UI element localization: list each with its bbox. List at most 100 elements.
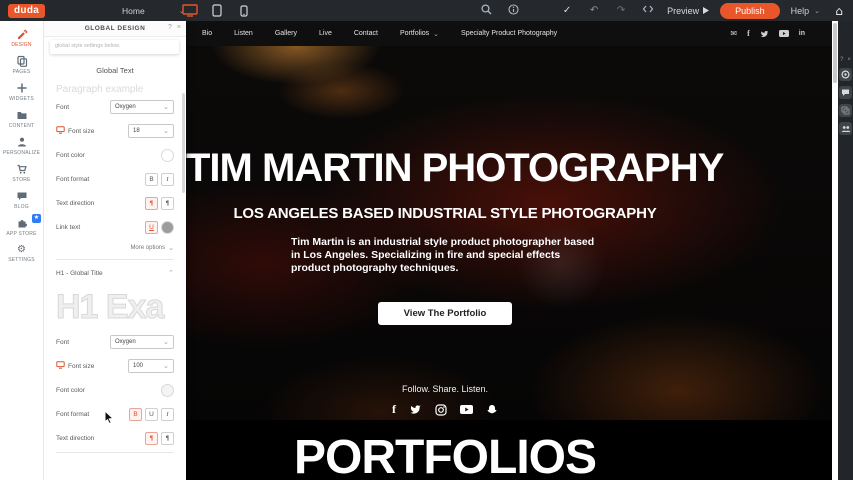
h1-bold-button[interactable]: B xyxy=(129,408,142,421)
cart-icon xyxy=(16,163,28,175)
h1-underline-button[interactable]: U xyxy=(145,408,158,421)
font-size-select[interactable]: 18 ⌄ xyxy=(128,124,174,138)
snapchat-icon[interactable] xyxy=(486,402,498,417)
sidebar-item-content[interactable]: CONTENT xyxy=(0,105,43,132)
h1-font-color-swatch[interactable] xyxy=(161,384,174,397)
link-color-swatch[interactable] xyxy=(161,221,174,234)
dashboard-home-icon[interactable]: ⌂ xyxy=(831,4,847,18)
nav-item-bio[interactable]: Bio xyxy=(191,30,223,37)
chevron-down-icon: ⌄ xyxy=(168,244,174,252)
h1-font-color-row: Font color xyxy=(56,378,174,402)
twitter-icon[interactable] xyxy=(409,402,422,417)
search-icon[interactable] xyxy=(478,4,494,18)
font-size-row: Font size 18 ⌄ xyxy=(56,119,174,143)
comment-icon[interactable] xyxy=(839,86,852,99)
person-icon xyxy=(16,136,28,148)
email-icon[interactable]: ✉ xyxy=(730,29,737,38)
panel-close-icon[interactable]: × xyxy=(177,24,181,31)
camera-icon[interactable] xyxy=(839,68,852,81)
sidebar-item-pages[interactable]: PAGES xyxy=(0,51,43,78)
h1-font-size-select[interactable]: 100 ⌄ xyxy=(128,359,174,373)
preview-button[interactable]: Preview xyxy=(667,6,709,16)
right-toolbar-help-icon[interactable]: ? xyxy=(840,57,843,63)
chevron-down-icon: ⌄ xyxy=(163,103,169,111)
bold-button[interactable]: B xyxy=(145,173,158,186)
page-selector-dropdown[interactable]: Home ⌄ xyxy=(122,6,185,16)
dev-mode-icon[interactable] xyxy=(640,4,656,17)
facebook-icon[interactable]: f xyxy=(747,29,750,38)
facebook-icon[interactable]: f xyxy=(392,402,396,417)
h1-font-size-row: Font size 100 ⌄ xyxy=(56,354,174,378)
h1-example-text: H1 Exa xyxy=(56,284,174,330)
publish-button[interactable]: Publish xyxy=(720,3,780,19)
paragraph-example-text: Paragraph example xyxy=(56,84,174,95)
view-portfolio-button[interactable]: View The Portfolio xyxy=(378,302,513,325)
brush-icon xyxy=(16,28,28,40)
info-icon[interactable] xyxy=(505,4,521,18)
duda-logo[interactable]: duda xyxy=(8,4,45,18)
h1-text-direction-row: Text direction ¶ ¶ xyxy=(56,426,174,450)
chevron-down-icon: ⌄ xyxy=(163,127,169,135)
underline-button[interactable]: U xyxy=(145,221,158,234)
plus-icon xyxy=(16,82,28,94)
panel-scrollbar[interactable] xyxy=(182,93,185,193)
font-row: Font Oxygen ⌄ xyxy=(56,95,174,119)
nav-item-contact[interactable]: Contact xyxy=(343,30,389,37)
users-icon[interactable] xyxy=(839,122,852,135)
more-options-link[interactable]: More options ⌄ xyxy=(56,239,174,257)
mobile-device-icon[interactable] xyxy=(235,3,253,18)
preview-scrollbar-thumb[interactable] xyxy=(833,23,837,83)
device-override-icon xyxy=(56,361,65,371)
desktop-device-icon[interactable] xyxy=(181,3,199,18)
sidebar-item-blog[interactable]: BLOG xyxy=(0,186,43,213)
sidebar-item-design[interactable]: DESIGN xyxy=(0,24,43,51)
chevron-down-icon: ⌄ xyxy=(814,7,820,15)
site-preview-canvas: Bio Listen Gallery Live Contact Portfoli… xyxy=(186,21,833,480)
redo-icon[interactable]: ↷ xyxy=(613,5,629,16)
nav-item-specialty[interactable]: Specialty Product Photography xyxy=(450,30,568,37)
font-color-swatch[interactable] xyxy=(161,149,174,162)
help-menu[interactable]: Help ⌄ xyxy=(791,6,820,16)
panel-divider xyxy=(56,452,174,453)
undo-icon[interactable]: ↶ xyxy=(586,5,602,16)
italic-button[interactable]: I xyxy=(161,173,174,186)
panel-help-icon[interactable]: ? xyxy=(168,24,172,31)
layers-icon[interactable] xyxy=(839,104,852,117)
chevron-up-icon: ⌃ xyxy=(168,269,174,277)
puzzle-icon xyxy=(16,217,28,229)
h1-font-select[interactable]: Oxygen ⌄ xyxy=(110,335,174,349)
h1-ltr-direction-button[interactable]: ¶ xyxy=(145,432,158,445)
sidebar-item-store[interactable]: STORE xyxy=(0,159,43,186)
chevron-down-icon: ⌄ xyxy=(163,338,169,346)
youtube-icon[interactable] xyxy=(460,402,473,417)
sidebar-item-widgets[interactable]: WIDGETS xyxy=(0,78,43,105)
tablet-device-icon[interactable] xyxy=(208,3,226,18)
right-toolbar: ? × xyxy=(838,21,853,480)
linkedin-icon[interactable]: in xyxy=(799,30,805,37)
h1-section-header[interactable]: H1 - Global Title ⌃ xyxy=(56,262,174,284)
save-check-icon[interactable]: ✓ xyxy=(559,5,575,16)
right-toolbar-close-icon[interactable]: × xyxy=(847,57,851,63)
instagram-icon[interactable] xyxy=(435,402,447,417)
h1-rtl-direction-button[interactable]: ¶ xyxy=(161,432,174,445)
twitter-icon[interactable] xyxy=(760,30,769,38)
link-text-row: Link text U xyxy=(56,215,174,239)
nav-item-listen[interactable]: Listen xyxy=(223,30,264,37)
chevron-down-icon: ⌄ xyxy=(163,362,169,370)
font-color-row: Font color xyxy=(56,143,174,167)
sidebar-item-personalize[interactable]: PERSONALIZE xyxy=(0,132,43,159)
h1-italic-button[interactable]: I xyxy=(161,408,174,421)
ltr-direction-button[interactable]: ¶ xyxy=(145,197,158,210)
sidebar-item-settings[interactable]: ⚙ SETTINGS xyxy=(0,240,43,267)
nav-item-portfolios[interactable]: Portfolios ⌄ xyxy=(389,30,450,38)
device-override-icon xyxy=(56,126,65,136)
global-text-heading: Global Text xyxy=(56,66,174,75)
nav-item-gallery[interactable]: Gallery xyxy=(264,30,308,37)
h1-font-format-row: Font format B U I xyxy=(56,402,174,426)
follow-share-listen-text: Follow. Share. Listen. xyxy=(186,384,704,394)
sidebar-item-app-store[interactable]: ★ APP STORE xyxy=(0,213,43,240)
nav-item-live[interactable]: Live xyxy=(308,30,343,37)
font-select[interactable]: Oxygen ⌄ xyxy=(110,100,174,114)
youtube-icon[interactable] xyxy=(779,30,789,37)
rtl-direction-button[interactable]: ¶ xyxy=(161,197,174,210)
